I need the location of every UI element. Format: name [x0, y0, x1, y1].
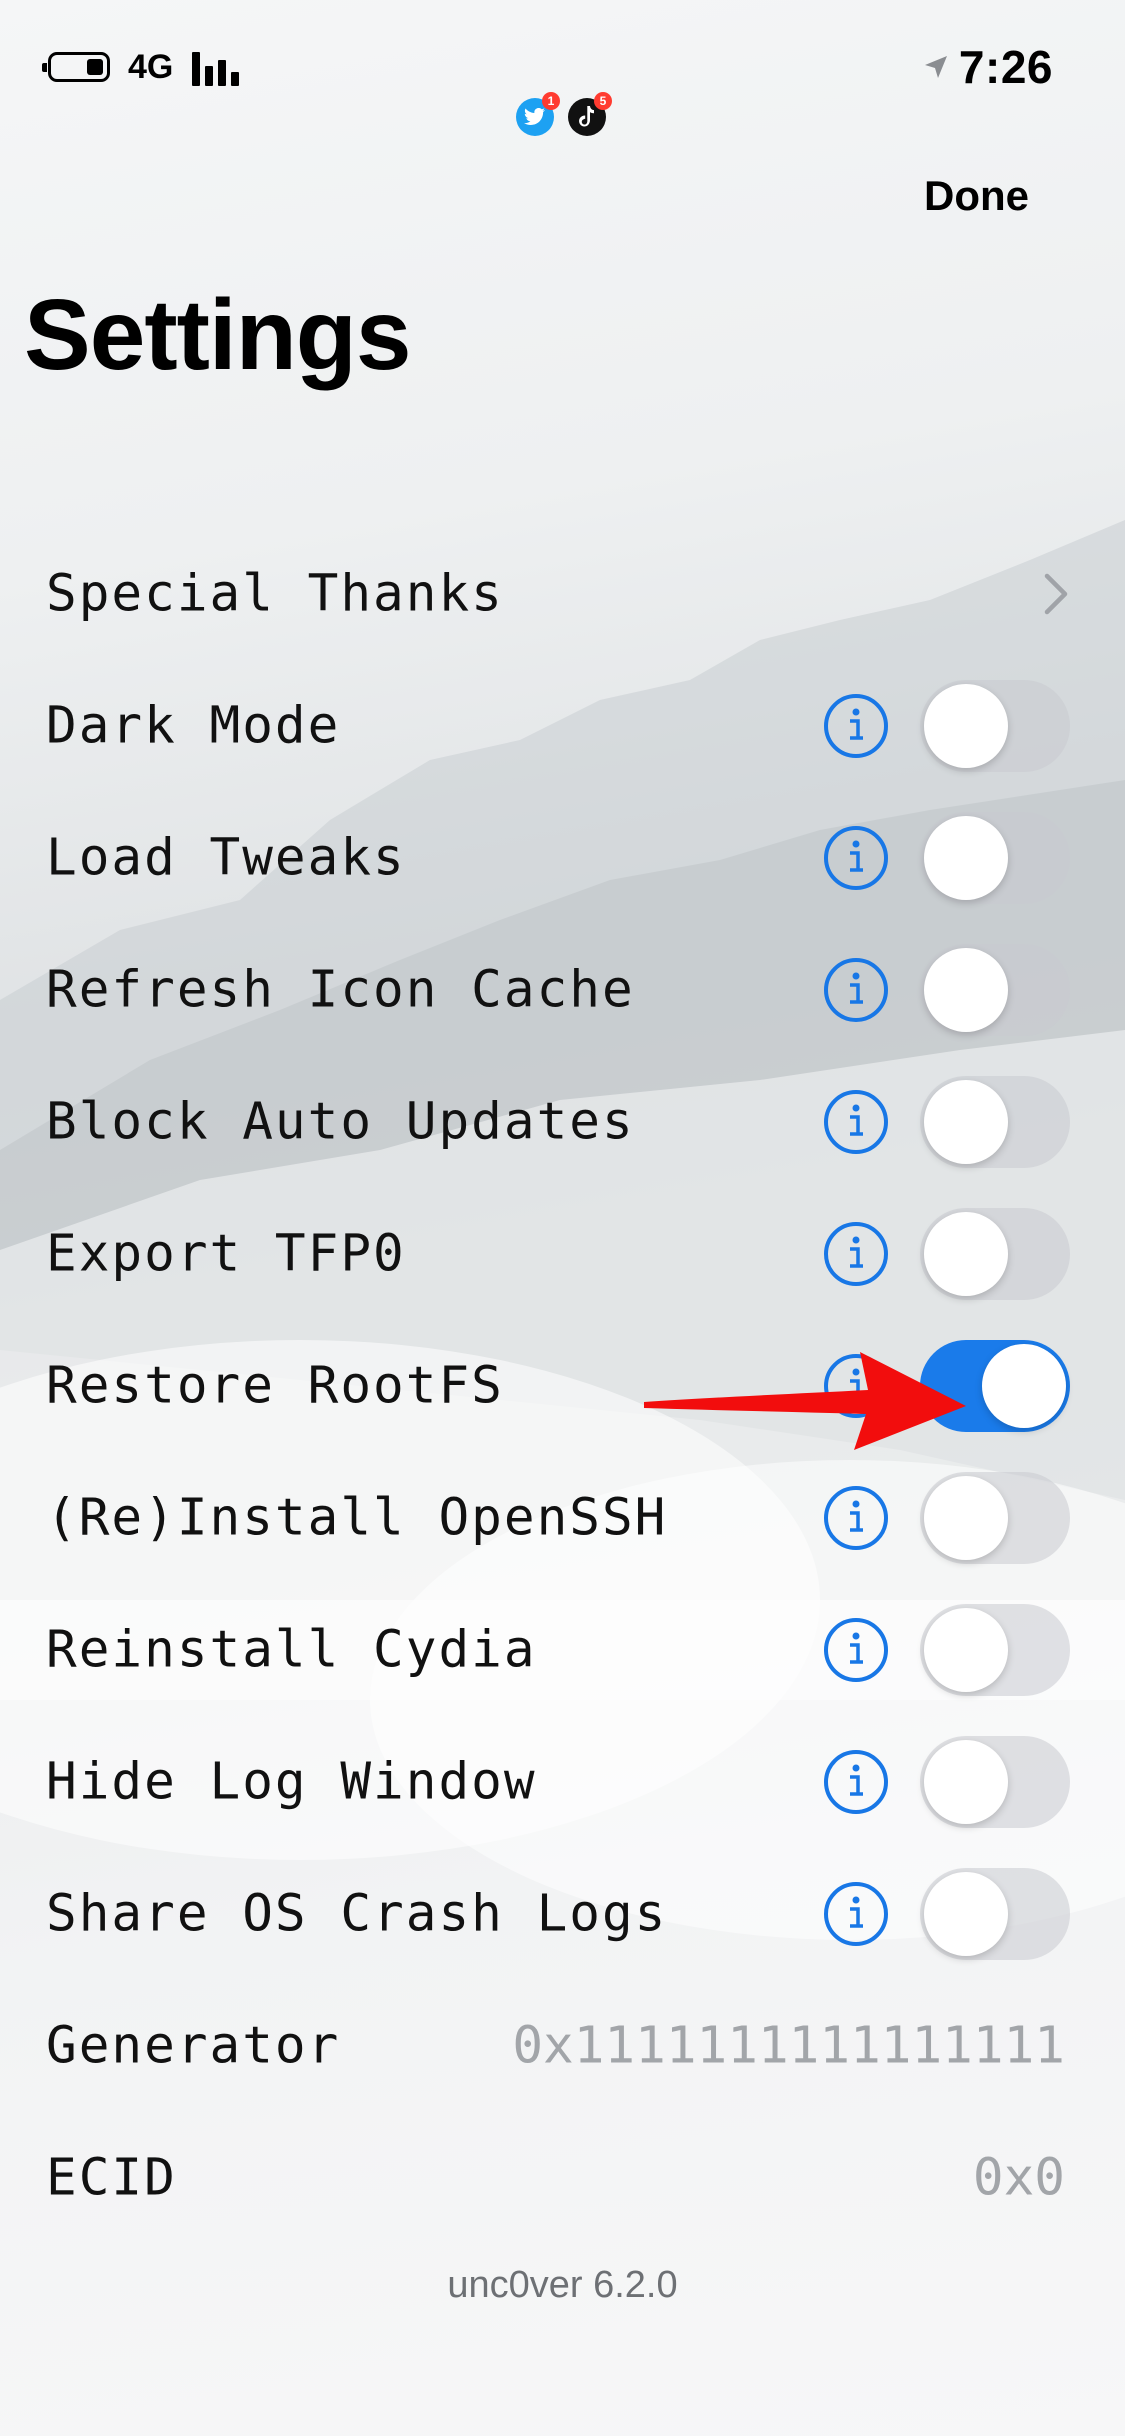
setting-label: Share OS Crash Logs	[46, 1884, 668, 1944]
done-button[interactable]: Done	[924, 172, 1029, 220]
toggle-knob	[982, 1344, 1066, 1428]
toggle-knob	[924, 816, 1008, 900]
setting-label: Reinstall Cydia	[46, 1620, 537, 1680]
toggle-knob	[924, 1476, 1008, 1560]
info-icon[interactable]	[824, 1222, 888, 1286]
notification-icons: 1 5	[516, 92, 612, 140]
ecid-value: 0x0	[972, 2148, 1065, 2208]
info-icon[interactable]	[824, 826, 888, 890]
setting-row-export-tfp0: Export TFP0	[0, 1188, 1125, 1320]
toggle-knob	[924, 1080, 1008, 1164]
chevron-right-icon	[1044, 573, 1068, 615]
setting-label: Block Auto Updates	[46, 1092, 635, 1152]
signal-strength-icon	[192, 52, 246, 86]
reinstall-openssh-toggle[interactable]	[920, 1472, 1070, 1564]
generator-value[interactable]: 0x1111111111111111	[512, 2017, 1065, 2076]
setting-label: (Re)Install OpenSSH	[46, 1488, 668, 1548]
toggle-knob	[924, 684, 1008, 768]
refresh-icon-cache-toggle[interactable]	[920, 944, 1070, 1036]
status-bar: 4G 7:26 1 5	[0, 0, 1125, 140]
load-tweaks-toggle[interactable]	[920, 812, 1070, 904]
setting-label: Hide Log Window	[46, 1752, 537, 1812]
network-type: 4G	[128, 48, 174, 86]
battery-icon	[42, 52, 110, 82]
ecid-label: ECID	[46, 2148, 177, 2208]
red-arrow-annotation	[644, 1352, 966, 1450]
setting-row-load-tweaks: Load Tweaks	[0, 792, 1125, 924]
toggle-knob	[924, 1212, 1008, 1296]
info-icon[interactable]	[824, 1882, 888, 1946]
share-os-crash-logs-toggle[interactable]	[920, 1868, 1070, 1960]
setting-row-dark-mode: Dark Mode	[0, 660, 1125, 792]
twitter-icon: 1	[516, 92, 560, 136]
generator-label: Generator	[46, 2016, 341, 2076]
generator-row[interactable]: Generator 0x1111111111111111	[0, 1980, 1125, 2112]
setting-row-share-os-crash-logs: Share OS Crash Logs	[0, 1848, 1125, 1980]
export-tfp0-toggle[interactable]	[920, 1208, 1070, 1300]
reinstall-cydia-toggle[interactable]	[920, 1604, 1070, 1696]
special-thanks-row[interactable]: Special Thanks	[0, 528, 1125, 660]
twitter-badge: 1	[542, 92, 560, 110]
dark-mode-toggle[interactable]	[920, 680, 1070, 772]
setting-label: Refresh Icon Cache	[46, 960, 635, 1020]
setting-label: Dark Mode	[46, 696, 341, 756]
info-icon[interactable]	[824, 1486, 888, 1550]
special-thanks-label: Special Thanks	[46, 564, 504, 624]
status-time: 7:26	[958, 41, 1053, 93]
toggle-knob	[924, 1872, 1008, 1956]
setting-row-hide-log-window: Hide Log Window	[0, 1716, 1125, 1848]
info-icon[interactable]	[824, 694, 888, 758]
setting-row-reinstall-cydia: Reinstall Cydia	[0, 1584, 1125, 1716]
toggle-knob	[924, 1608, 1008, 1692]
toggle-knob	[924, 1740, 1008, 1824]
setting-row-refresh-icon-cache: Refresh Icon Cache	[0, 924, 1125, 1056]
version-label: unc0ver 6.2.0	[447, 2264, 678, 2306]
setting-row-reinstall-openssh: (Re)Install OpenSSH	[0, 1452, 1125, 1584]
toggle-knob	[924, 948, 1008, 1032]
page-title: Settings	[24, 279, 411, 391]
setting-label: Load Tweaks	[46, 828, 406, 888]
setting-row-block-auto-updates: Block Auto Updates	[0, 1056, 1125, 1188]
hide-log-window-toggle[interactable]	[920, 1736, 1070, 1828]
info-icon[interactable]	[824, 958, 888, 1022]
setting-label: Restore RootFS	[46, 1356, 504, 1416]
setting-label: Export TFP0	[46, 1224, 406, 1284]
info-icon[interactable]	[824, 1750, 888, 1814]
block-auto-updates-toggle[interactable]	[920, 1076, 1070, 1168]
tiktok-badge: 5	[594, 92, 612, 110]
info-icon[interactable]	[824, 1090, 888, 1154]
location-arrow-icon	[925, 56, 947, 78]
tiktok-icon: 5	[568, 92, 612, 136]
ecid-row: ECID 0x0	[0, 2112, 1125, 2244]
info-icon[interactable]	[824, 1618, 888, 1682]
